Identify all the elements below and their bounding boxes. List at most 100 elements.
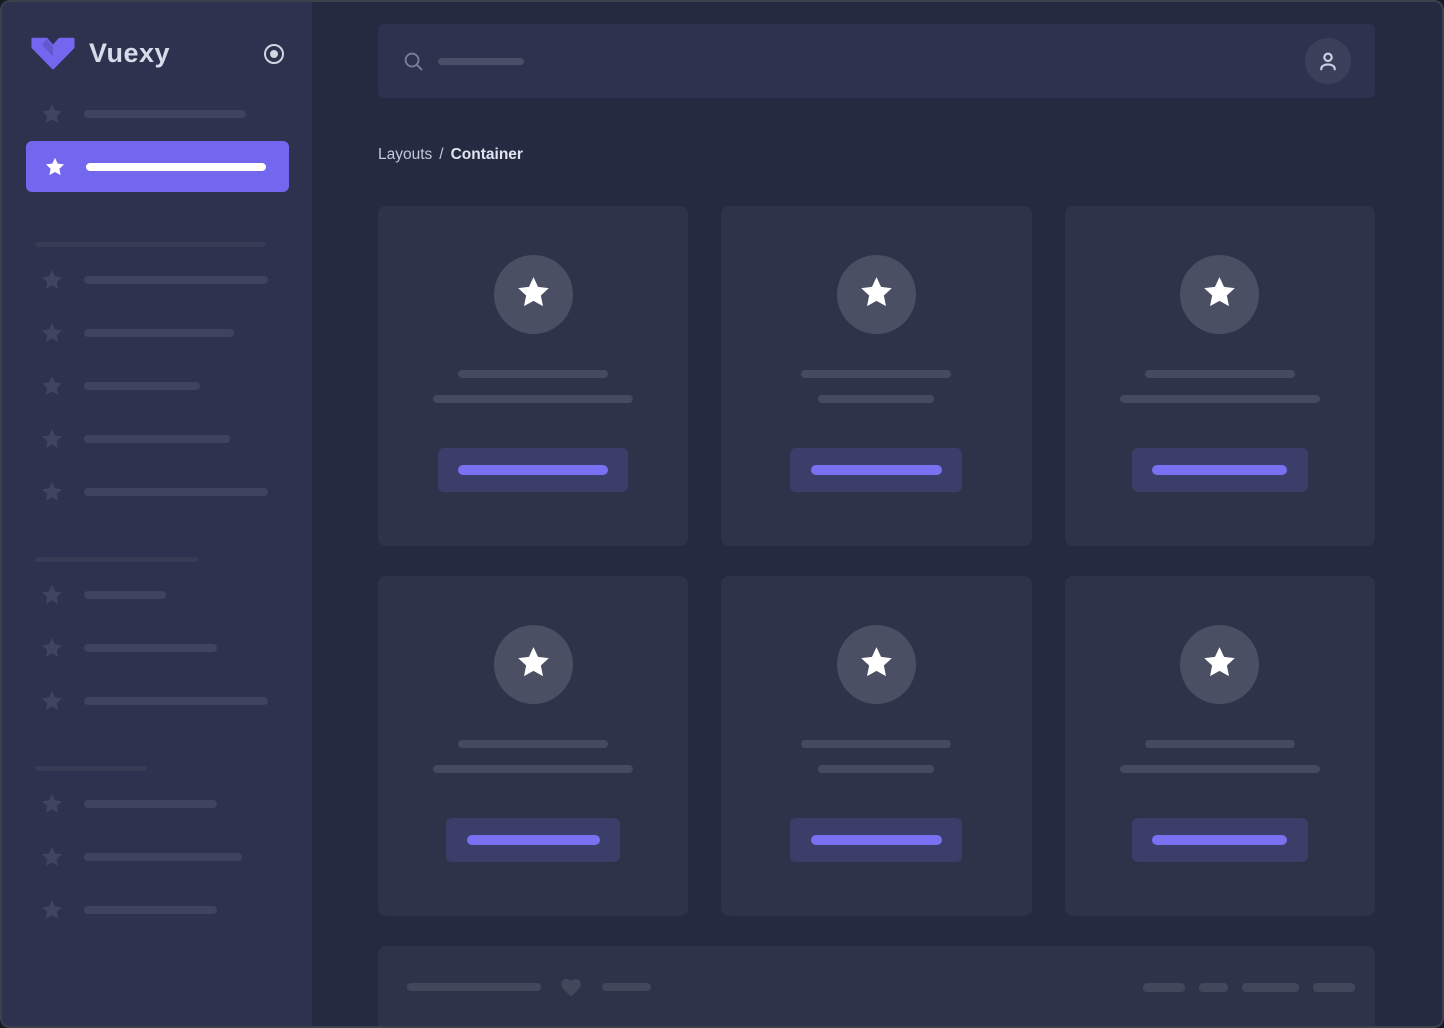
card-grid — [378, 206, 1375, 916]
star-icon — [1201, 644, 1238, 686]
card-line-placeholder — [433, 765, 634, 773]
sidebar-item[interactable] — [2, 318, 312, 348]
card-line-placeholder — [1119, 395, 1320, 403]
card-line-placeholder — [1144, 370, 1295, 378]
breadcrumb-parent[interactable]: Layouts — [378, 146, 432, 164]
card-avatar-circle — [1180, 625, 1260, 704]
star-icon — [40, 268, 64, 292]
card-button[interactable] — [1131, 448, 1308, 492]
card-avatar-circle — [836, 625, 916, 704]
card — [721, 576, 1032, 916]
menu-label-placeholder — [84, 800, 217, 808]
menu-label-placeholder — [84, 906, 217, 914]
menu-label-placeholder — [84, 110, 246, 118]
star-icon — [515, 274, 552, 316]
breadcrumb-current: Container — [450, 146, 523, 163]
sidebar-item[interactable] — [2, 789, 312, 819]
card-avatar-circle — [836, 255, 916, 334]
person-icon — [1320, 52, 1336, 71]
star-icon — [40, 321, 64, 345]
card-button[interactable] — [1131, 818, 1308, 862]
app-window: Vuexy Layouts / Container — [0, 0, 1444, 1028]
star-icon — [40, 792, 64, 816]
menu-label-placeholder — [84, 276, 268, 284]
menu-label-placeholder — [84, 644, 217, 652]
app-title: Vuexy — [89, 38, 171, 68]
button-label-placeholder — [810, 465, 942, 475]
section-divider — [35, 766, 147, 771]
card-line-placeholder — [433, 395, 634, 403]
logo-row: Vuexy — [30, 36, 286, 71]
star-icon — [858, 644, 895, 686]
sidebar-item-active[interactable] — [26, 141, 289, 192]
footer-placeholder-bar — [1242, 982, 1299, 992]
sidebar-item[interactable] — [2, 265, 312, 295]
search-placeholder-bar — [438, 57, 524, 65]
star-icon — [40, 427, 64, 451]
section-divider — [35, 557, 198, 562]
card-line-placeholder — [801, 740, 952, 748]
menu-label-placeholder — [84, 435, 230, 443]
sidebar-item[interactable] — [2, 686, 312, 716]
card-button[interactable] — [790, 818, 963, 862]
star-icon — [858, 274, 895, 316]
card — [1064, 206, 1375, 546]
menu-label-placeholder — [84, 382, 200, 390]
button-label-placeholder — [810, 835, 942, 845]
card-button[interactable] — [438, 448, 629, 492]
star-icon — [1201, 274, 1238, 316]
menu-label-placeholder — [86, 162, 266, 171]
sidebar-pin-toggle-icon[interactable] — [262, 42, 286, 66]
section-divider — [35, 242, 266, 247]
card-line-placeholder — [818, 395, 935, 403]
search-input[interactable] — [378, 24, 1375, 98]
card-button[interactable] — [446, 818, 621, 862]
card-avatar-circle — [1180, 255, 1260, 334]
sidebar-item[interactable] — [2, 842, 312, 872]
card-avatar-circle — [493, 625, 573, 704]
sidebar-nav — [2, 99, 312, 925]
footer-right-group — [1143, 982, 1355, 992]
sidebar-item[interactable] — [2, 580, 312, 610]
card-line-placeholder — [458, 740, 609, 748]
vuexy-logo-icon — [30, 36, 76, 71]
card — [1064, 576, 1375, 916]
card — [721, 206, 1032, 546]
star-icon — [40, 636, 64, 660]
star-icon — [40, 583, 64, 607]
sidebar-item[interactable] — [2, 99, 312, 129]
sidebar-item[interactable] — [2, 895, 312, 925]
sidebar-item[interactable] — [2, 633, 312, 663]
footer-placeholder-bar — [1143, 982, 1185, 992]
card-line-placeholder — [1144, 740, 1295, 748]
star-icon — [40, 898, 64, 922]
footer-row — [407, 974, 1355, 1000]
menu-label-placeholder — [84, 488, 268, 496]
menu-label-placeholder — [84, 591, 166, 599]
user-avatar-button[interactable] — [1305, 38, 1351, 84]
footer-placeholder-bar — [602, 983, 651, 991]
footer-card — [378, 946, 1375, 1026]
main-content: Layouts / Container — [312, 2, 1442, 1026]
card — [378, 576, 689, 916]
footer-placeholder-bar — [1313, 982, 1355, 992]
card-line-placeholder — [458, 370, 609, 378]
search-icon — [402, 50, 425, 73]
button-label-placeholder — [466, 835, 600, 845]
sidebar-item[interactable] — [2, 371, 312, 401]
star-icon — [515, 644, 552, 686]
sidebar-item[interactable] — [2, 424, 312, 454]
star-icon — [40, 480, 64, 504]
card-line-placeholder — [801, 370, 952, 378]
breadcrumb-separator: / — [439, 146, 444, 163]
button-label-placeholder — [1152, 465, 1288, 475]
star-icon — [40, 689, 64, 713]
button-label-placeholder — [458, 465, 609, 475]
star-icon — [40, 374, 64, 398]
heart-icon — [558, 974, 584, 1000]
sidebar: Vuexy — [2, 2, 312, 1026]
card-avatar-circle — [493, 255, 573, 334]
sidebar-item[interactable] — [2, 477, 312, 507]
card-button[interactable] — [790, 448, 963, 492]
menu-label-placeholder — [84, 697, 268, 705]
